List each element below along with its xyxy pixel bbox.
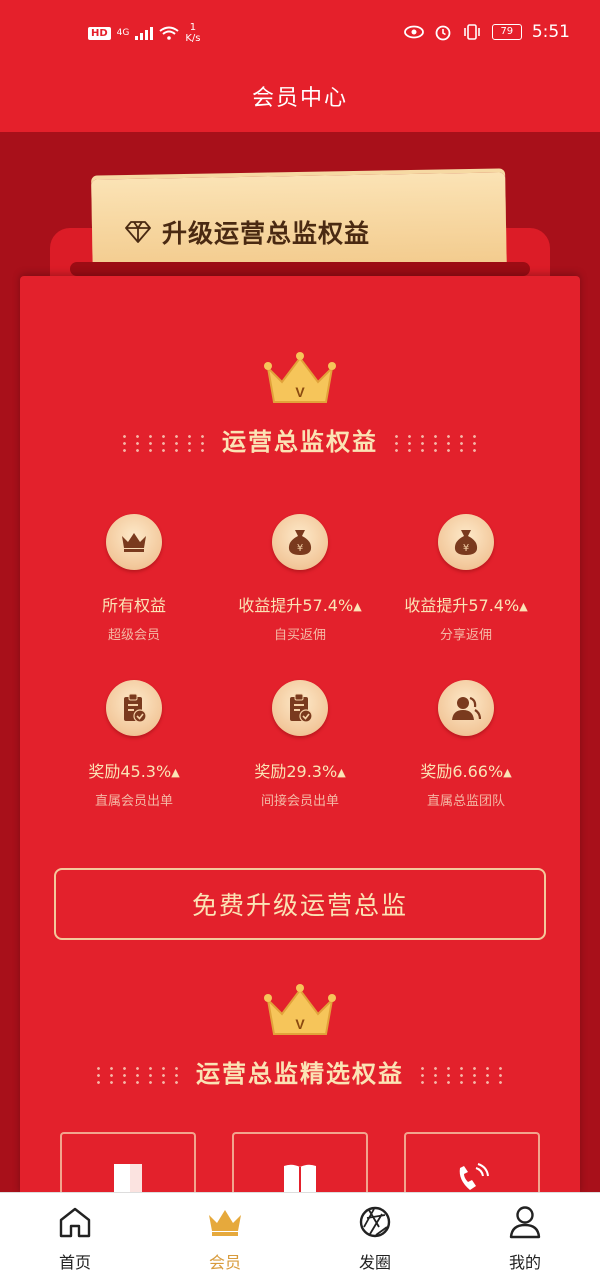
door-icon xyxy=(114,1164,142,1192)
benefit-title: 奖励29.3%▲ xyxy=(210,758,390,782)
tab-label: 我的 xyxy=(508,1253,541,1272)
battery-icon: 79 xyxy=(491,24,522,40)
benefit-item: 奖励29.3%▲ 间接会员出单 xyxy=(210,680,390,809)
tab-member[interactable]: 会员 xyxy=(150,1203,300,1273)
diamond-icon xyxy=(125,221,151,243)
wifi-icon xyxy=(159,26,179,40)
section-title-text: 运营总监权益 xyxy=(222,428,378,456)
benefit-title: 收益提升57.4%▲ xyxy=(376,592,556,616)
benefit-item: 奖励45.3%▲ 直属会员出单 xyxy=(44,680,224,809)
svg-text:¥: ¥ xyxy=(463,543,469,554)
clock: 5:51 xyxy=(531,22,570,42)
benefit-title-text: 所有权益 xyxy=(101,596,166,615)
network-speed: 1 K/s xyxy=(185,22,200,44)
top-bar: HD 4G 1 K/s 79 5:51 会员中心 xyxy=(0,0,600,132)
crown-icon xyxy=(209,1210,241,1236)
crown-icon: V xyxy=(264,984,336,1035)
network-type: 4G xyxy=(116,28,130,38)
benefit-item: ¥ 收益提升57.4%▲ 自买返佣 xyxy=(210,514,390,643)
benefit-sub: 直属会员出单 xyxy=(94,794,173,809)
tab-label: 首页 xyxy=(58,1253,91,1272)
phone-icon xyxy=(459,1163,489,1190)
dots-left xyxy=(92,1065,184,1085)
tab-home[interactable]: 首页 xyxy=(0,1203,150,1273)
up-arrow-icon: ▲ xyxy=(519,600,528,613)
free-upgrade-button[interactable]: 免费升级运营总监 xyxy=(54,868,546,940)
bottom-tab-bar: 首页 会员 发圈 我的 xyxy=(0,1192,600,1283)
section-title-text: 运营总监精选权益 xyxy=(196,1060,404,1088)
section-title-benefits: 运营总监权益 xyxy=(20,422,580,457)
up-arrow-icon: ▲ xyxy=(503,766,512,779)
benefit-sub: 直属总监团队 xyxy=(426,794,505,809)
up-arrow-icon: ▲ xyxy=(337,766,346,779)
benefit-item: ¥ 收益提升57.4%▲ 分享返佣 xyxy=(376,514,556,643)
benefit-sub: 自买返佣 xyxy=(273,628,326,643)
clipboard-check-icon xyxy=(272,680,328,736)
dots-right xyxy=(390,433,482,453)
aperture-icon xyxy=(359,1206,391,1238)
speed-value: 1 xyxy=(189,22,197,33)
benefit-title-text: 收益提升57.4% xyxy=(238,596,354,615)
dots-left xyxy=(118,433,210,453)
status-right: 79 5:51 xyxy=(403,22,570,42)
tab-mine[interactable]: 我的 xyxy=(450,1203,600,1273)
benefit-sub: 间接会员出单 xyxy=(260,794,339,809)
svg-text:¥: ¥ xyxy=(297,543,303,554)
benefit-item: 奖励6.66%▲ 直属总监团队 xyxy=(376,680,556,809)
up-arrow-icon: ▲ xyxy=(353,600,362,613)
benefit-sub: 超级会员 xyxy=(107,628,160,643)
signal-icon xyxy=(135,26,154,40)
home-icon xyxy=(59,1207,91,1238)
benefit-sub: 分享返佣 xyxy=(439,628,492,643)
tab-post[interactable]: 发圈 xyxy=(300,1203,450,1273)
benefit-item: 所有权益 超级会员 xyxy=(44,514,224,643)
alarm-icon xyxy=(435,25,451,41)
vibrate-icon xyxy=(464,24,480,40)
team-user-icon xyxy=(438,680,494,736)
benefit-title: 奖励6.66%▲ xyxy=(376,758,556,782)
ticket-text: 升级运营总监权益 xyxy=(162,219,371,248)
crown-letter: V xyxy=(295,1016,305,1032)
book-icon xyxy=(284,1164,316,1192)
section-title-selected: 运营总监精选权益 xyxy=(20,1054,580,1089)
tab-label: 会员 xyxy=(208,1253,241,1272)
up-arrow-icon: ▲ xyxy=(171,766,180,779)
ticket-heading: 升级运营总监权益 xyxy=(124,214,370,250)
hd-indicator: HD xyxy=(88,26,111,40)
crown-icon: V xyxy=(264,352,336,403)
benefit-title: 奖励45.3%▲ xyxy=(44,758,224,782)
benefit-title: 收益提升57.4%▲ xyxy=(210,592,390,616)
crown-letter: V xyxy=(295,384,305,400)
status-left: HD 4G 1 K/s xyxy=(88,22,201,44)
crown-icon xyxy=(106,514,162,570)
benefit-title-text: 奖励29.3% xyxy=(254,762,338,781)
benefit-title-text: 收益提升57.4% xyxy=(404,596,520,615)
benefit-title: 所有权益 xyxy=(44,592,224,616)
user-icon xyxy=(509,1206,541,1239)
clipboard-check-icon xyxy=(106,680,162,736)
dots-right xyxy=(416,1065,508,1085)
benefit-title-text: 奖励6.66% xyxy=(420,762,504,781)
money-bag-icon: ¥ xyxy=(272,514,328,570)
envelope-slot xyxy=(70,262,530,276)
money-bag-icon: ¥ xyxy=(438,514,494,570)
page-title: 会员中心 xyxy=(251,86,348,111)
speed-unit: K/s xyxy=(185,33,201,44)
tab-label: 发圈 xyxy=(358,1253,391,1272)
benefit-title-text: 奖励45.3% xyxy=(88,762,172,781)
status-bar: HD 4G 1 K/s 79 5:51 xyxy=(0,0,600,66)
eye-icon xyxy=(403,25,424,39)
